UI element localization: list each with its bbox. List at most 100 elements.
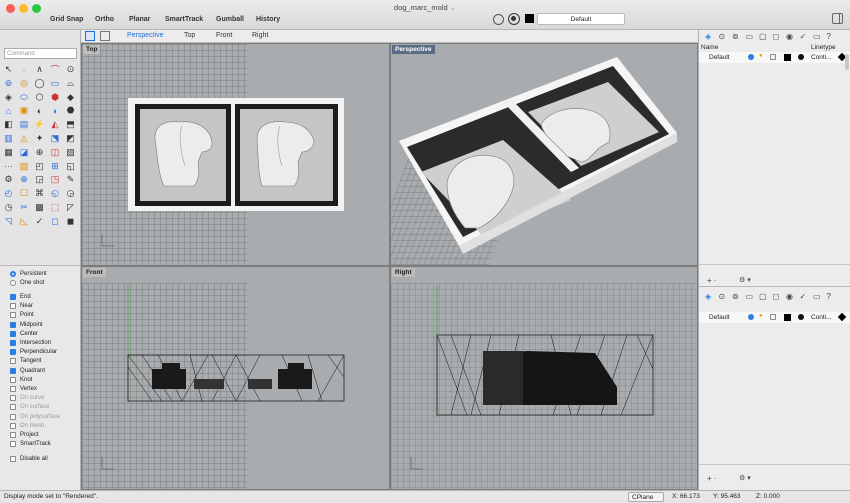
tab-perspective[interactable]: Perspective xyxy=(127,32,164,39)
osnap-perpendicular-checkbox[interactable]: Perpendicular xyxy=(10,348,57,356)
layer-options-button-2[interactable]: ⚙ ▾ xyxy=(739,474,751,482)
pan-tool-icon[interactable]: ✂ xyxy=(19,202,30,213)
mirror-tool-icon[interactable]: ⬔ xyxy=(50,133,61,144)
current-layer-icon[interactable] xyxy=(748,314,754,320)
layer-row[interactable]: Default ● Conti... xyxy=(699,52,850,63)
named-views-panel-icon[interactable]: ✓ xyxy=(800,32,807,41)
dimension-tool-icon[interactable]: ◴ xyxy=(3,188,14,199)
viewport-front[interactable]: Front xyxy=(81,266,390,490)
osnap-project-checkbox[interactable]: Project xyxy=(10,431,39,439)
osnap-on-polysurface-checkbox[interactable]: On polysurface xyxy=(10,413,60,421)
help-panel-icon[interactable]: ? xyxy=(827,292,831,301)
trim-tool-icon[interactable]: ⬒ xyxy=(65,119,76,130)
ellipse-tool-icon[interactable]: ◎ xyxy=(19,78,30,89)
split-tool-icon[interactable]: ▥ xyxy=(3,133,14,144)
textures-panel-icon[interactable]: ◻ xyxy=(773,32,780,41)
lights-tool-icon[interactable]: ⊗ xyxy=(19,174,30,185)
group-tool-icon[interactable]: ▨ xyxy=(19,161,30,172)
polyline-tool-icon[interactable]: ∧ xyxy=(34,64,45,75)
osnap-one-shot-radio[interactable]: One shot xyxy=(10,279,44,287)
help-panel-icon[interactable]: ? xyxy=(827,32,831,41)
target-icon[interactable] xyxy=(508,13,520,25)
layer-row-2[interactable]: Default ● Conti... xyxy=(699,312,850,323)
render-tool-icon[interactable]: ⚙ xyxy=(3,174,14,185)
lock-icon[interactable] xyxy=(770,314,776,320)
material-icon[interactable] xyxy=(798,314,804,320)
arc-tool-icon[interactable]: ⊚ xyxy=(3,78,14,89)
circle-tool-icon[interactable]: ⊙ xyxy=(65,64,76,75)
osnap-smarttrack-checkbox[interactable]: SmartTrack xyxy=(10,440,51,448)
environment-tool-icon[interactable]: ◺ xyxy=(19,216,30,227)
layer-tool-icon[interactable]: ◰ xyxy=(34,161,45,172)
materials-panel-icon[interactable]: ▭ xyxy=(746,292,754,301)
print-color-icon[interactable] xyxy=(837,312,847,322)
hatch-tool-icon[interactable]: ☐ xyxy=(19,188,30,199)
align-tool-icon[interactable]: ▧ xyxy=(65,147,76,158)
layers-panel-icon[interactable]: ◈ xyxy=(705,32,711,41)
osnap-quadrant-checkbox[interactable]: Quadrant xyxy=(10,367,45,375)
rotate-tool-icon[interactable]: ⊕ xyxy=(34,147,45,158)
osnap-vertex-checkbox[interactable]: Vertex xyxy=(10,385,37,393)
osnap-intersection-checkbox[interactable]: Intersection xyxy=(10,339,51,347)
current-layer-icon[interactable] xyxy=(748,54,754,60)
osnap-on-mesh-checkbox[interactable]: On mesh xyxy=(10,422,44,430)
color-tool-icon[interactable]: ◸ xyxy=(65,202,76,213)
sphere-tool-icon[interactable]: ⬭ xyxy=(19,92,30,103)
named-views-panel-icon[interactable]: ✓ xyxy=(800,292,807,301)
osnap-tangent-checkbox[interactable]: Tangent xyxy=(10,357,41,365)
planar-button[interactable]: Planar xyxy=(129,16,150,23)
orient-tool-icon[interactable]: ⋯ xyxy=(3,161,14,172)
camera-tool-icon[interactable]: ◲ xyxy=(34,174,45,185)
named-cplanes-panel-icon[interactable]: ▭ xyxy=(813,32,821,41)
osnap-midpoint-checkbox[interactable]: Midpoint xyxy=(10,321,43,329)
polygon-tool-icon[interactable]: ▭ xyxy=(50,78,61,89)
osnap-persistent-radio[interactable]: Persistent xyxy=(10,270,47,278)
boolean-union-tool-icon[interactable]: ◧ xyxy=(3,119,14,130)
block-tool-icon[interactable]: ⌘ xyxy=(34,188,45,199)
sun-tool-icon[interactable]: ◻ xyxy=(50,216,61,227)
tab-top[interactable]: Top xyxy=(184,32,195,39)
layer-color-icon[interactable] xyxy=(784,314,791,321)
layer-options-button[interactable]: ⚙ ▾ xyxy=(739,276,751,284)
viewport-perspective[interactable]: Perspective xyxy=(390,43,698,266)
material-icon[interactable] xyxy=(798,54,804,60)
loft-tool-icon[interactable]: ◐ xyxy=(34,105,45,116)
lights-panel-icon[interactable]: ◉ xyxy=(786,32,793,41)
viewport-right[interactable]: Right xyxy=(390,266,698,490)
osnap-on-surface-checkbox[interactable]: On surface xyxy=(10,403,49,411)
layer-color-swatch[interactable] xyxy=(525,14,534,23)
solid-tool-icon[interactable]: ◆ xyxy=(65,92,76,103)
copy-tool-icon[interactable]: ◪ xyxy=(19,147,30,158)
properties-panel-icon[interactable]: ⊙ xyxy=(719,292,726,301)
cone-tool-icon[interactable]: ⬢ xyxy=(50,92,61,103)
join-tool-icon[interactable]: ◭ xyxy=(50,119,61,130)
scale-tool-icon[interactable]: ◫ xyxy=(50,147,61,158)
display-panel-icon[interactable]: ⊚ xyxy=(732,32,739,41)
lock-icon[interactable] xyxy=(770,54,776,60)
properties-panel-icon[interactable]: ⊙ xyxy=(719,32,726,41)
add-layer-button[interactable]: + · xyxy=(707,276,717,285)
sweep-tool-icon[interactable]: ◗ xyxy=(50,105,61,116)
zoom-tool-icon[interactable]: ◷ xyxy=(3,202,14,213)
grid-tool-icon[interactable]: ◳ xyxy=(50,174,61,185)
offset-tool-icon[interactable]: ✦ xyxy=(34,133,45,144)
texture-tool-icon[interactable]: ✓ xyxy=(34,216,45,227)
cylinder-tool-icon[interactable]: ⬡ xyxy=(34,92,45,103)
viewport-top[interactable]: Top xyxy=(81,43,390,266)
measure-tool-icon[interactable]: ◶ xyxy=(65,188,76,199)
grid-snap-button[interactable]: Grid Snap xyxy=(50,16,83,23)
osnap-center-checkbox[interactable]: Center xyxy=(10,330,38,338)
osnap-end-checkbox[interactable]: End xyxy=(10,293,31,301)
ortho-button[interactable]: Ortho xyxy=(95,16,114,23)
osnap-on-curve-checkbox[interactable]: On curve xyxy=(10,394,44,402)
array-tool-icon[interactable]: ◩ xyxy=(65,133,76,144)
named-cplanes-panel-icon[interactable]: ▭ xyxy=(813,292,821,301)
light-bulb-icon[interactable]: ● xyxy=(759,313,763,319)
extrude-tool-icon[interactable]: ▣ xyxy=(19,105,30,116)
layer-color-icon[interactable] xyxy=(784,54,791,61)
revolve-tool-icon[interactable]: ⬣ xyxy=(65,105,76,116)
osnap-disable-all-checkbox[interactable]: Disable all xyxy=(10,455,48,463)
surface-tool-icon[interactable]: ⌂ xyxy=(3,105,14,116)
shade-tool-icon[interactable]: ⬚ xyxy=(50,202,61,213)
history-button[interactable]: History xyxy=(256,16,280,23)
